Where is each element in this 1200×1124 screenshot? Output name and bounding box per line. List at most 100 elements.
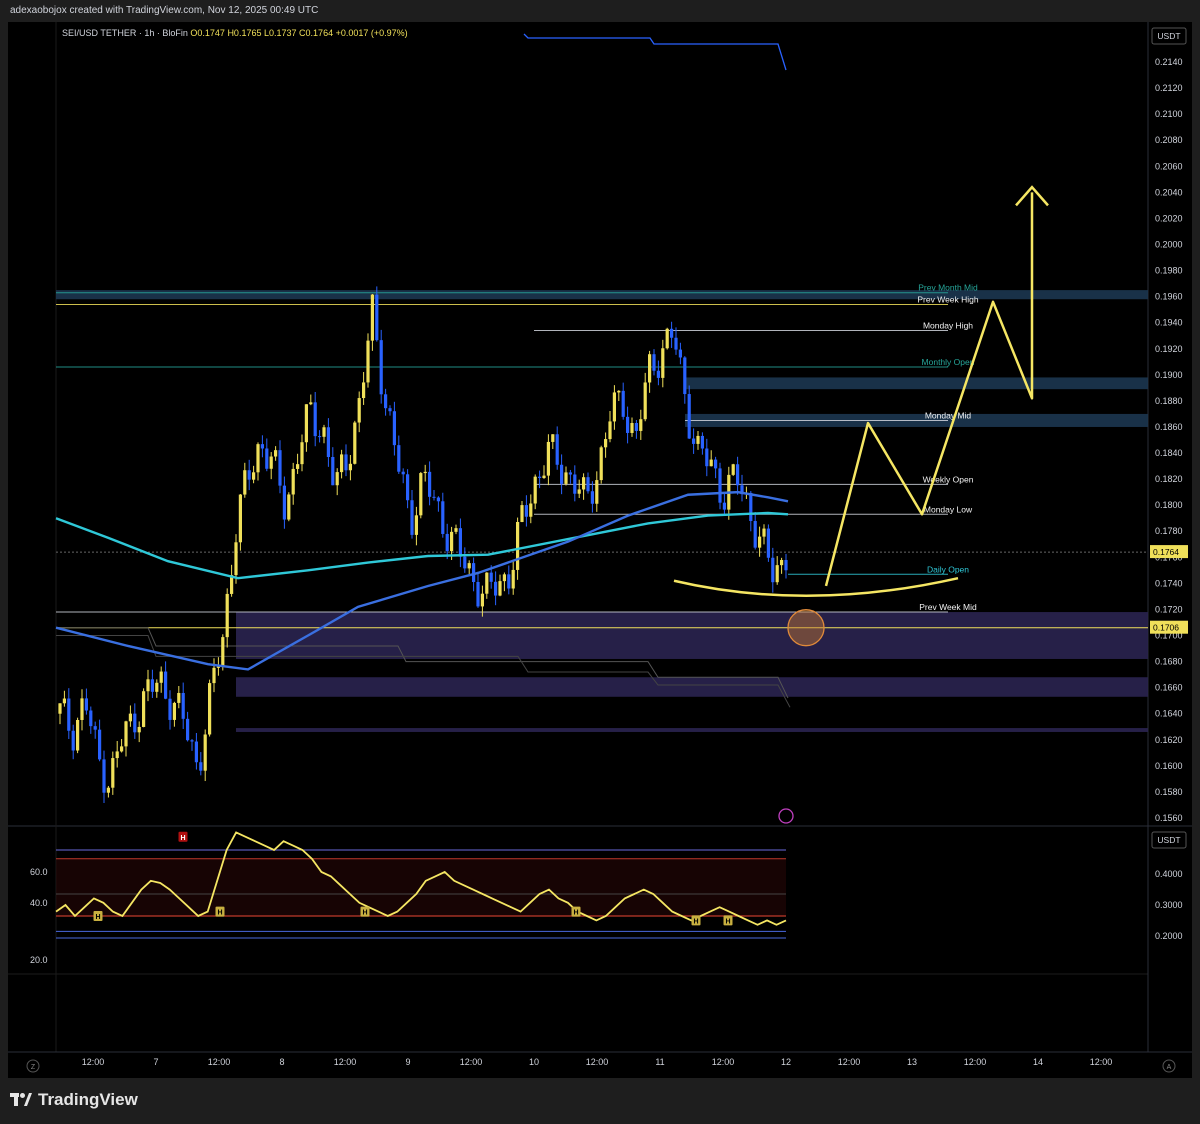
marked-price-label: 0.1706 bbox=[1153, 623, 1179, 633]
candle-body bbox=[414, 515, 418, 535]
price-tick-label: 0.2000 bbox=[1155, 239, 1183, 249]
level-label: Monthly Open bbox=[922, 357, 975, 367]
candle-body bbox=[155, 682, 159, 692]
candle-body bbox=[234, 542, 238, 576]
candle-body bbox=[362, 382, 366, 399]
candle-body bbox=[709, 459, 713, 467]
candle-body bbox=[177, 692, 181, 703]
candle-body bbox=[256, 444, 260, 473]
candle-body bbox=[423, 471, 427, 474]
candle-body bbox=[164, 671, 168, 699]
price-tick-label: 0.1780 bbox=[1155, 526, 1183, 536]
candle-body bbox=[335, 472, 339, 486]
candle-body bbox=[516, 521, 520, 570]
candle-body bbox=[568, 472, 572, 475]
candle-body bbox=[780, 559, 784, 566]
candle-body bbox=[133, 713, 137, 733]
pivot-marker-label: H bbox=[95, 914, 100, 921]
price-tick-label: 0.1860 bbox=[1155, 422, 1183, 432]
ema-slow-line bbox=[55, 511, 789, 580]
candle-body bbox=[436, 497, 440, 502]
ohlc-low: L0.1737 bbox=[263, 28, 297, 38]
candle-body bbox=[194, 741, 198, 763]
pivot-marker-label: H bbox=[725, 918, 730, 925]
level-label: Prev Week Mid bbox=[919, 602, 977, 612]
candle-body bbox=[98, 729, 102, 760]
candle-body bbox=[621, 390, 625, 417]
candle-body bbox=[604, 439, 608, 448]
time-tick-label: 12 bbox=[781, 1057, 791, 1067]
candle-body bbox=[626, 416, 630, 433]
candle-body bbox=[542, 475, 546, 479]
time-tick-label: 12:00 bbox=[208, 1057, 231, 1067]
candle-body bbox=[150, 679, 154, 692]
candle-body bbox=[586, 477, 590, 492]
candle-body bbox=[718, 468, 722, 503]
price-tick-label: 0.2140 bbox=[1155, 57, 1183, 67]
time-tick-label: 12:00 bbox=[586, 1057, 609, 1067]
candle-body bbox=[766, 528, 770, 558]
candle-body bbox=[560, 464, 564, 484]
ohlc-high: H0.1765 bbox=[227, 28, 262, 38]
price-tick-label: 0.2100 bbox=[1155, 109, 1183, 119]
candle-body bbox=[111, 758, 115, 788]
candle-body bbox=[208, 683, 212, 735]
oscillator-tick-label: 60.0 bbox=[30, 867, 48, 877]
candle-body bbox=[700, 435, 704, 449]
candle-body bbox=[203, 734, 207, 771]
supply-zone bbox=[685, 377, 1148, 390]
candle-body bbox=[480, 593, 484, 607]
target-circle-marker bbox=[787, 609, 825, 647]
candle-body bbox=[652, 354, 656, 371]
candle-body bbox=[199, 762, 203, 771]
candle-body bbox=[472, 563, 476, 582]
level-label: Monday High bbox=[923, 321, 973, 331]
oscillator-right-tick-label: 0.2000 bbox=[1155, 931, 1183, 941]
candle-body bbox=[282, 485, 286, 520]
candle-body bbox=[340, 454, 344, 473]
price-tick-label: 0.1980 bbox=[1155, 266, 1183, 276]
brand-logo[interactable]: TradingView bbox=[10, 1090, 138, 1110]
candle-body bbox=[406, 474, 410, 501]
candle-body bbox=[401, 471, 405, 475]
ohlc-close: C0.1764 bbox=[299, 28, 334, 38]
candle-body bbox=[458, 528, 462, 557]
candle-body bbox=[370, 294, 374, 341]
candle-body bbox=[731, 464, 735, 475]
candle-body bbox=[392, 411, 396, 446]
candle-body bbox=[555, 434, 559, 465]
candle-body bbox=[775, 565, 779, 583]
candle-body bbox=[656, 370, 660, 378]
candle-body bbox=[582, 477, 586, 490]
price-tick-label: 0.2020 bbox=[1155, 213, 1183, 223]
candle-body bbox=[318, 436, 322, 438]
candle-body bbox=[432, 496, 436, 498]
time-tick-label: 9 bbox=[405, 1057, 410, 1067]
candle-body bbox=[784, 559, 788, 571]
candle-body bbox=[678, 349, 682, 358]
time-tick-label: 12:00 bbox=[1090, 1057, 1113, 1067]
price-tick-label: 0.1900 bbox=[1155, 370, 1183, 380]
price-chart[interactable]: Prev Month MidPrev Week High Monday High M… bbox=[8, 22, 1192, 1078]
candle-body bbox=[296, 464, 300, 469]
price-tick-label: 0.1920 bbox=[1155, 344, 1183, 354]
candle-body bbox=[577, 489, 581, 494]
candle-body bbox=[489, 572, 493, 582]
rounding-bottom-arc bbox=[673, 576, 959, 598]
candle-body bbox=[546, 441, 550, 476]
candle-body bbox=[278, 450, 282, 486]
pivot-marker-label: H bbox=[693, 918, 698, 925]
ohlc-open: O0.1747 bbox=[190, 28, 225, 38]
candle-body bbox=[410, 500, 414, 535]
candle-body bbox=[128, 713, 132, 722]
level-label: Monday Mid bbox=[925, 410, 972, 420]
candle-body bbox=[687, 394, 691, 439]
candle-body bbox=[533, 476, 537, 504]
time-tick-label: 7 bbox=[153, 1057, 158, 1067]
candle-body bbox=[599, 447, 603, 481]
candle-body bbox=[524, 505, 528, 517]
symbol-legend: SEI/USD TETHER · 1h · BloFin O0.1747 H0.… bbox=[62, 28, 408, 38]
time-tick-label: 12:00 bbox=[964, 1057, 987, 1067]
candle-body bbox=[463, 556, 467, 569]
candle-body bbox=[639, 419, 643, 431]
